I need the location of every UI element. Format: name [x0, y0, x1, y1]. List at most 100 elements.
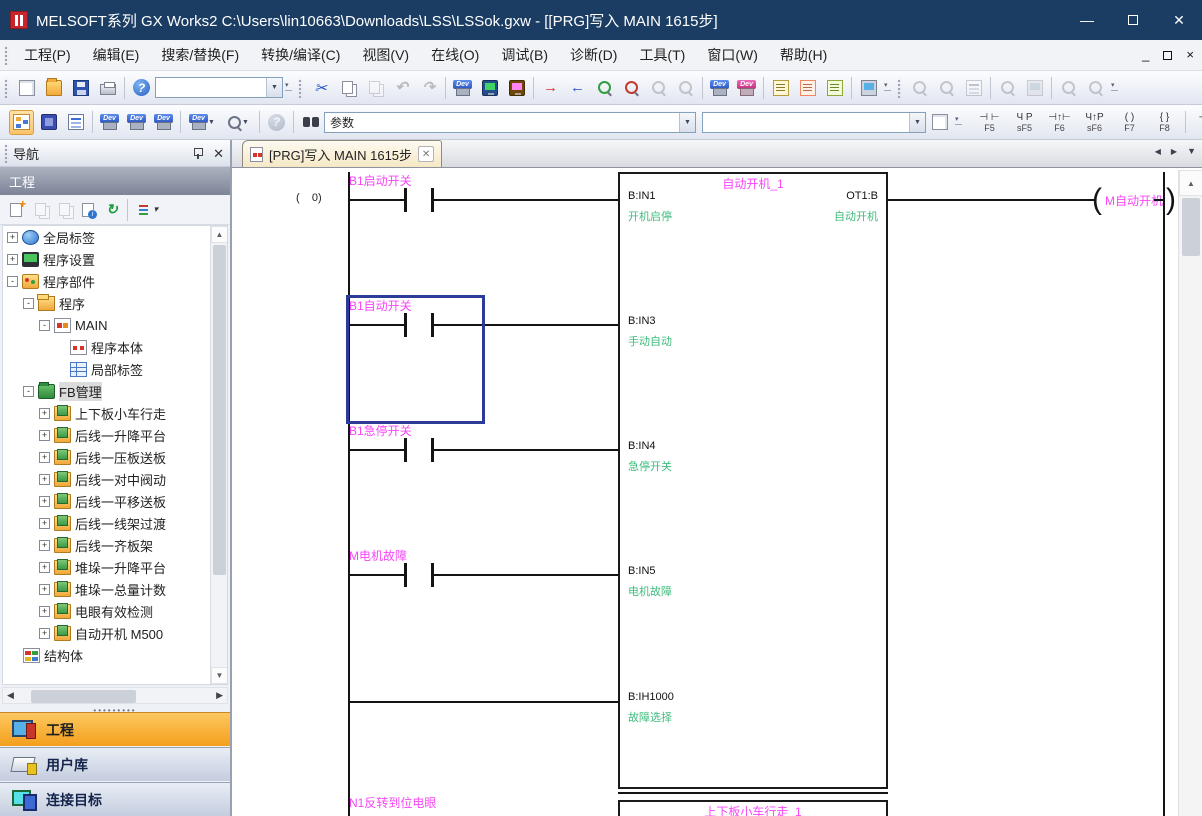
close-button[interactable]: ✕ — [1156, 0, 1202, 40]
device-test-off-button[interactable] — [734, 75, 759, 100]
tree-item-fb[interactable]: +后线一升降平台 — [3, 424, 227, 446]
main-combo[interactable]: ▼ — [155, 77, 283, 98]
save-project-button[interactable] — [68, 75, 93, 100]
contact-label[interactable]: N1反转到位电眼 — [349, 794, 436, 811]
contact-label[interactable]: B1急停开关 — [349, 422, 412, 439]
expander-icon[interactable]: + — [39, 408, 50, 419]
nav-button-user-library[interactable]: 用户库 — [0, 747, 230, 781]
chevron-down-icon[interactable]: ▼ — [679, 113, 695, 132]
expander-icon[interactable]: - — [39, 320, 50, 331]
tree-item-fb[interactable]: +电眼有效检测 — [3, 600, 227, 622]
tree-horizontal-scrollbar[interactable]: ◀ ▶ — [2, 687, 228, 704]
function-block-auto-start[interactable]: 自动开机_1 B:IN1 开机启停 B:IN3 手动自动 B:IN4 急停开关 … — [618, 172, 888, 789]
mdi-close-button[interactable]: × — [1186, 50, 1194, 60]
tree-item-main[interactable]: -MAIN — [3, 314, 227, 336]
toolbar-overflow-chevron[interactable]: ▾— — [283, 75, 294, 100]
expander-icon[interactable]: + — [39, 518, 50, 529]
tree-item-fb[interactable]: +堆垛一总量计数 — [3, 578, 227, 600]
output-wire[interactable] — [888, 199, 1094, 201]
maximize-button[interactable] — [1110, 0, 1156, 40]
expander-icon[interactable]: + — [39, 584, 50, 595]
rung-wire[interactable] — [350, 449, 618, 451]
sort-button[interactable] — [131, 198, 163, 222]
menubar-grip[interactable] — [4, 45, 9, 65]
menu-project[interactable]: 工程(P) — [13, 41, 82, 69]
menu-view[interactable]: 视图(V) — [351, 41, 420, 69]
monitor-condition-button[interactable] — [856, 75, 881, 100]
expander-icon[interactable]: + — [39, 628, 50, 639]
expander-icon[interactable]: - — [23, 298, 34, 309]
menu-tools[interactable]: 工具(T) — [628, 41, 696, 69]
device-comment-edit-button[interactable] — [450, 75, 475, 100]
tree-item-program[interactable]: -程序 — [3, 292, 227, 314]
note-display-button[interactable] — [822, 75, 847, 100]
pulse-contact-f6-button[interactable]: ⊣↑⊢F6 — [1042, 108, 1077, 137]
expander-icon[interactable]: - — [23, 386, 34, 397]
toolbar-overflow-chevron[interactable]: ▾— — [953, 110, 964, 135]
pulse-branch-sf6-button[interactable]: Ч↑РsF6 — [1077, 108, 1112, 137]
toolbar-overflow-chevron[interactable]: ▾— — [1109, 75, 1120, 100]
application-instruction-f8-button[interactable]: { }F8 — [1147, 108, 1182, 137]
expander-icon[interactable]: + — [7, 232, 18, 243]
tree-item-fb[interactable]: +堆垛一升降平台 — [3, 556, 227, 578]
tab-main-program[interactable]: [PRG]写入 MAIN 1615步 ✕ — [242, 140, 442, 167]
toolbar-overflow-chevron[interactable]: ▾— — [882, 75, 893, 100]
expander-icon[interactable]: + — [39, 496, 50, 507]
tree-item-fb-manage[interactable]: -FB管理 — [3, 380, 227, 402]
cross-reference-button[interactable] — [298, 110, 323, 135]
contact-label[interactable]: M电机故障 — [349, 547, 407, 564]
device-memory-button[interactable] — [124, 110, 149, 135]
find-in-document-button[interactable] — [927, 110, 952, 135]
tab-close-icon[interactable]: ✕ — [418, 146, 434, 162]
ladder-canvas[interactable]: ( 0) B1启动开关 B1自动开关 B1急停开关 M电机故障 自动开机_1 — [232, 168, 1202, 816]
monitor-start-button[interactable] — [592, 75, 617, 100]
help-button[interactable]: ? — [129, 75, 154, 100]
expander-icon[interactable]: + — [39, 474, 50, 485]
open-contact[interactable] — [404, 188, 434, 212]
find-combo[interactable]: ▼ — [702, 112, 926, 133]
read-from-plc-button[interactable]: ← — [565, 75, 590, 100]
menu-window[interactable]: 窗口(W) — [696, 41, 769, 69]
expander-icon[interactable]: + — [39, 606, 50, 617]
tree-item-fb[interactable]: +后线一平移送板 — [3, 490, 227, 512]
scroll-down-icon[interactable]: ▼ — [211, 667, 228, 684]
navigation-window-button[interactable] — [9, 110, 34, 135]
expander-icon[interactable]: + — [7, 254, 18, 265]
search-combo[interactable]: 参数▼ — [324, 112, 696, 133]
scroll-up-icon[interactable]: ▲ — [211, 226, 228, 243]
toolbar-grip[interactable] — [897, 78, 902, 98]
tree-scrollbar[interactable]: ▲ ▼ — [210, 226, 227, 684]
chevron-down-icon[interactable]: ▼ — [909, 113, 925, 132]
horizontal-line-f9-button[interactable]: ──F9 — [1189, 108, 1202, 137]
nav-button-connection-target[interactable]: 连接目标 — [0, 782, 230, 816]
tree-item-pou[interactable]: -程序部件 — [3, 270, 227, 292]
statement-display-button[interactable] — [795, 75, 820, 100]
open-contact[interactable] — [404, 563, 434, 587]
expander-icon[interactable]: + — [39, 562, 50, 573]
output-window-button[interactable] — [63, 110, 88, 135]
tree-item-fb[interactable]: +自动开机 M500 — [3, 622, 227, 644]
mdi-restore-button[interactable] — [1163, 51, 1172, 60]
pushpin-icon[interactable] — [192, 147, 203, 159]
find-device-button[interactable]: ▼ — [221, 110, 255, 135]
tree-item-struct[interactable]: 结构体 — [3, 644, 227, 666]
menu-help[interactable]: 帮助(H) — [769, 41, 838, 69]
tree-item-fb[interactable]: +后线一压板送板 — [3, 446, 227, 468]
open-branch-sf5-button[interactable]: Ч РsF5 — [1007, 108, 1042, 137]
scroll-right-icon[interactable]: ▶ — [216, 690, 227, 701]
tree-item-fb[interactable]: +上下板小车行走 — [3, 402, 227, 424]
cut-button[interactable]: ✂ — [308, 75, 333, 100]
rung-wire[interactable] — [350, 701, 618, 703]
scroll-left-icon[interactable]: ◀ — [3, 690, 14, 701]
tree-item-program-body[interactable]: 程序本体 — [3, 336, 227, 358]
rung-wire[interactable] — [350, 574, 618, 576]
minimize-button[interactable]: — — [1064, 0, 1110, 40]
tree-item-local-label[interactable]: 局部标签 — [3, 358, 227, 380]
scroll-up-icon[interactable]: ▲ — [1179, 170, 1202, 196]
rung-wire[interactable] — [350, 199, 618, 201]
close-panel-icon[interactable]: ✕ — [213, 147, 224, 160]
tree-item-fb[interactable]: +后线一齐板架 — [3, 534, 227, 556]
open-contact-f5-button[interactable]: ⊣ ⊢F5 — [972, 108, 1007, 137]
expander-icon[interactable]: + — [39, 540, 50, 551]
expander-icon[interactable]: - — [7, 276, 18, 287]
